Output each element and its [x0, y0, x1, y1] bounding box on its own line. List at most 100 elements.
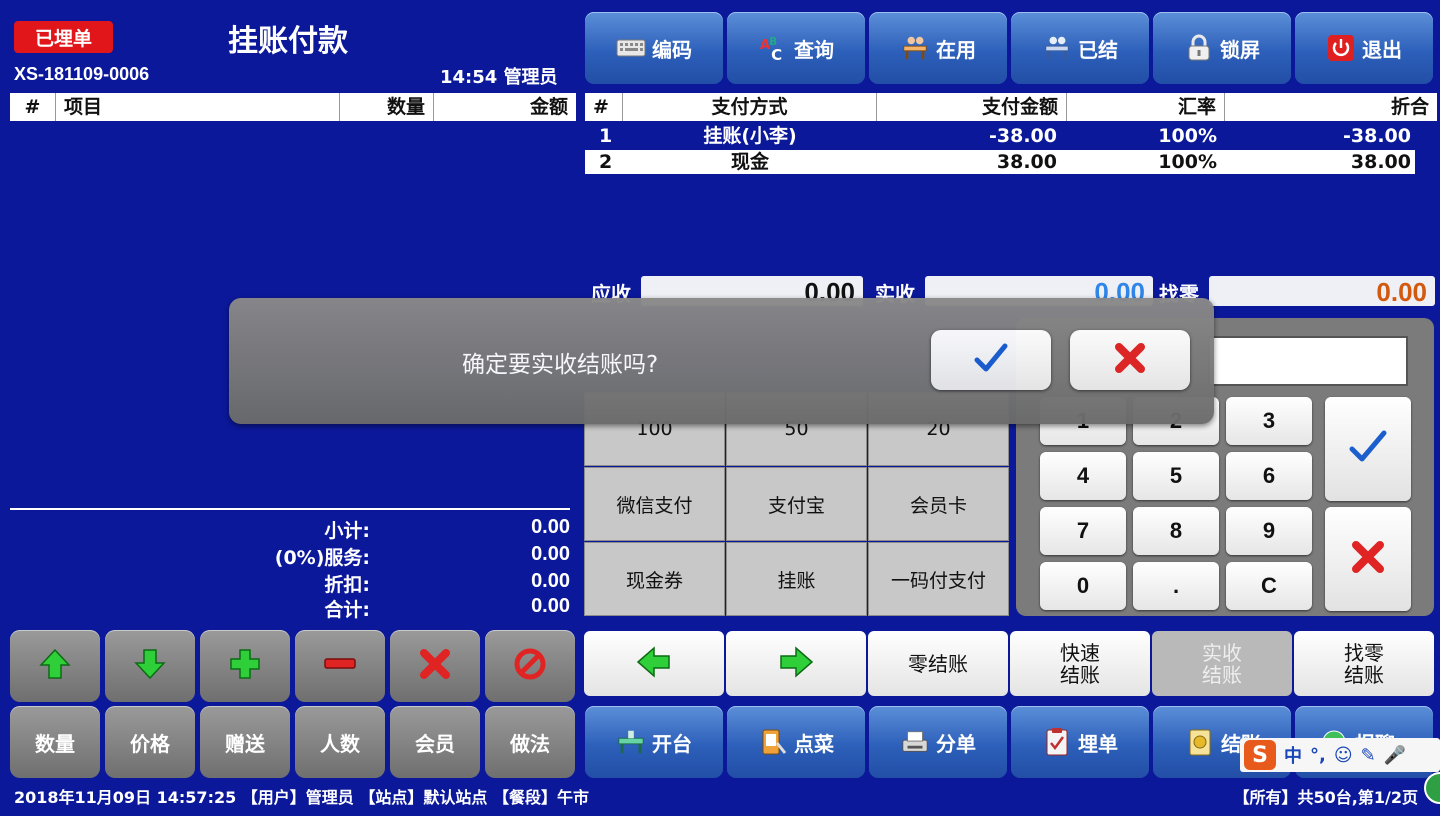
lock-screen-button[interactable]: 锁屏	[1153, 12, 1291, 84]
subtract-button[interactable]	[295, 630, 385, 702]
keyboard-icon	[616, 34, 646, 62]
gift-button[interactable]: 赠送	[200, 706, 290, 778]
arrow-down-icon	[133, 647, 167, 685]
page-title: 挂账付款	[228, 24, 348, 59]
lock-screen-button-label: 锁屏	[1220, 37, 1260, 62]
subtotal-label: 小计:	[324, 520, 370, 542]
dialog-confirm-button[interactable]	[931, 330, 1051, 390]
order-icon	[758, 728, 788, 756]
key-8[interactable]: 8	[1133, 507, 1219, 555]
move-up-button[interactable]	[10, 630, 100, 702]
payment-row-rate: 100%	[1158, 125, 1217, 147]
summary-divider	[10, 508, 570, 510]
payment-row-no: 1	[599, 125, 613, 147]
ime-mode[interactable]: 中	[1284, 742, 1302, 768]
prev-button[interactable]	[584, 631, 724, 696]
bill-button[interactable]: 埋单	[1011, 706, 1149, 778]
prohibited-icon	[513, 647, 547, 685]
service-label: (0%)服务:	[274, 547, 370, 569]
alipay-button[interactable]: 支付宝	[726, 467, 867, 541]
power-icon	[1326, 34, 1356, 62]
add-button[interactable]	[200, 630, 290, 702]
key-5[interactable]: 5	[1133, 452, 1219, 500]
order-dishes-label: 点菜	[794, 731, 834, 756]
open-table-button[interactable]: 开台	[585, 706, 723, 778]
open-table-label: 开台	[652, 731, 692, 756]
bill-label: 埋单	[1078, 731, 1118, 756]
settled-button[interactable]: 已结	[1011, 12, 1149, 84]
cancel-order-button[interactable]	[485, 630, 575, 702]
key-3[interactable]: 3	[1226, 397, 1312, 445]
time-and-user: 14:54 管理员	[440, 67, 558, 88]
cash-voucher-label: 现金券	[625, 569, 683, 592]
dialog-cancel-button[interactable]	[1070, 330, 1190, 390]
actual-settle-button[interactable]: 实收 结账	[1152, 631, 1292, 696]
item-col-no: #	[10, 93, 56, 121]
next-button[interactable]	[726, 631, 866, 696]
wechat-pay-button[interactable]: 微信支付	[584, 467, 725, 541]
bill-icon	[1042, 728, 1072, 756]
price-button[interactable]: 价格	[105, 706, 195, 778]
payment-row[interactable]: 1 挂账(小李) -38.00 100% -38.00	[585, 124, 1415, 148]
member-card-label: 会员卡	[909, 494, 967, 517]
wechat-pay-label: 微信支付	[616, 494, 693, 517]
key-4[interactable]: 4	[1040, 452, 1126, 500]
item-col-name: 项目	[56, 93, 340, 121]
split-bill-icon	[900, 728, 930, 756]
close-icon	[418, 647, 452, 685]
one-code-pay-button[interactable]: 一码付支付	[868, 542, 1009, 616]
punctuation-icon[interactable]: °,	[1310, 745, 1326, 766]
query-button-label: 查询	[794, 37, 834, 62]
quantity-button[interactable]: 数量	[10, 706, 100, 778]
key-9[interactable]: 9	[1226, 507, 1312, 555]
code-button[interactable]: 编码	[585, 12, 723, 84]
key-6[interactable]: 6	[1226, 452, 1312, 500]
on-account-button[interactable]: 挂账	[726, 542, 867, 616]
ime-toolbar[interactable]: S 中 °, ☺ ✎ 🎤	[1240, 738, 1440, 772]
quick-settle-button[interactable]: 快速 结账	[1010, 631, 1150, 696]
cash-voucher-button[interactable]: 现金券	[584, 542, 725, 616]
order-dishes-button[interactable]: 点菜	[727, 706, 865, 778]
cooking-method-button[interactable]: 做法	[485, 706, 575, 778]
payment-row-converted: 38.00	[1350, 151, 1411, 173]
discount-value: 0.00	[531, 570, 570, 592]
keypad-cancel-button[interactable]	[1325, 507, 1411, 611]
guests-button[interactable]: 人数	[295, 706, 385, 778]
microphone-icon[interactable]: 🎤	[1384, 745, 1406, 766]
quick-settle-label: 快速 结账	[1060, 640, 1100, 687]
move-down-button[interactable]	[105, 630, 195, 702]
zero-settle-label: 零结账	[908, 651, 968, 676]
ime-logo[interactable]: S	[1244, 740, 1276, 770]
payment-row-no: 2	[599, 151, 613, 173]
keypad-confirm-button[interactable]	[1325, 397, 1411, 501]
in-use-button-label: 在用	[936, 37, 976, 62]
pen-icon[interactable]: ✎	[1361, 745, 1376, 766]
split-bill-button[interactable]: 分单	[869, 706, 1007, 778]
keypad-display[interactable]	[1208, 336, 1408, 386]
in-use-button[interactable]: 在用	[869, 12, 1007, 84]
payment-row-method: 挂账(小李)	[703, 125, 797, 147]
lock-icon	[1184, 34, 1214, 62]
emoji-icon[interactable]: ☺	[1334, 745, 1353, 766]
key-0[interactable]: 0	[1040, 562, 1126, 610]
member-card-button[interactable]: 会员卡	[868, 467, 1009, 541]
pay-col-converted: 折合	[1390, 96, 1429, 118]
pay-col-rate: 汇率	[1067, 93, 1225, 121]
member-button[interactable]: 会员	[390, 706, 480, 778]
change-settle-button[interactable]: 找零 结账	[1294, 631, 1434, 696]
payment-row-selected[interactable]: 2 现金 38.00 100% 38.00	[585, 150, 1415, 174]
key-clear[interactable]: C	[1226, 562, 1312, 610]
dialog-message: 确定要实收结账吗?	[462, 352, 659, 378]
settled-button-label: 已结	[1078, 37, 1118, 62]
zero-settle-button[interactable]: 零结账	[868, 631, 1008, 696]
exit-button[interactable]: 退出	[1295, 12, 1433, 84]
one-code-pay-label: 一码付支付	[890, 569, 986, 592]
split-bill-label: 分单	[936, 731, 976, 756]
query-button[interactable]: ABC 查询	[727, 12, 865, 84]
status-right: 【所有】共50台,第1/2页	[1233, 788, 1418, 807]
delete-button[interactable]	[390, 630, 480, 702]
key-7[interactable]: 7	[1040, 507, 1126, 555]
pay-col-no: #	[585, 93, 623, 121]
key-dot[interactable]: .	[1133, 562, 1219, 610]
open-table-icon	[616, 728, 646, 756]
